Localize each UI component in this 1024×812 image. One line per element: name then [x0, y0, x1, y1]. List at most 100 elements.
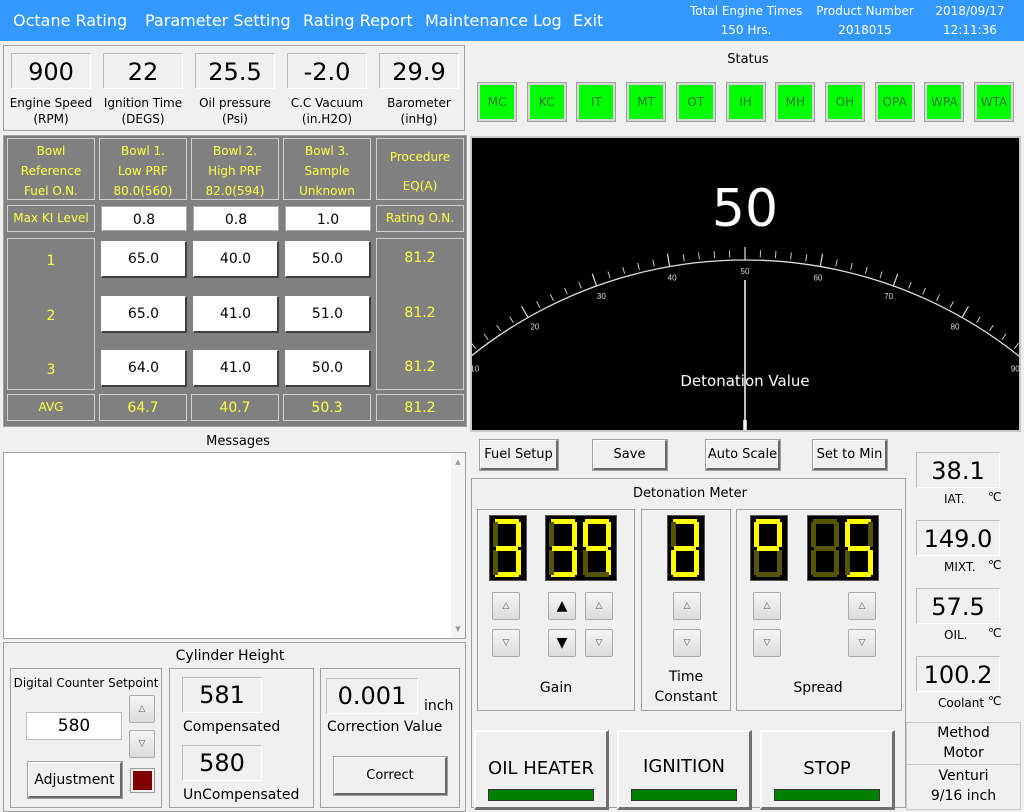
segment-d [673, 572, 697, 577]
menu-rating-report[interactable]: Rating Report [303, 11, 413, 30]
bowl-value-input[interactable]: 64.0 [101, 350, 187, 387]
header-line: High PRF [192, 161, 278, 181]
save-button[interactable]: Save [593, 440, 667, 470]
bowl-value-input[interactable]: 65.0 [101, 296, 187, 333]
gain-tens-down-button[interactable]: ▼ [548, 629, 576, 657]
segment-f [549, 522, 554, 547]
spread-coarse-up-button[interactable]: △ [753, 592, 781, 620]
max-ki-input[interactable]: 1.0 [285, 206, 371, 231]
rating-value: 81.2 [376, 305, 464, 321]
avg-value: 64.7 [99, 394, 187, 421]
table-header-cell: Bowl 1.Low PRF80.0(560) [99, 138, 187, 200]
gauge-minor-tick [608, 271, 610, 278]
readout-label: Engine Speed [3, 96, 99, 110]
gain-tens-up-button[interactable]: ▲ [548, 592, 576, 620]
bowl-value-input[interactable]: 41.0 [193, 296, 279, 333]
celsius-unit: ℃ [988, 626, 1001, 640]
temp-label: OIL. [944, 628, 967, 642]
menu-maintenance-log[interactable]: Maintenance Log [425, 11, 562, 30]
run-number: 1 [7, 253, 95, 269]
segment-g [496, 546, 518, 551]
auto-scale-button[interactable]: Auto Scale [706, 440, 780, 470]
table-header-cell: BowlReferenceFuel O.N. [7, 138, 95, 200]
header-line: Bowl [8, 141, 94, 161]
segment-e [811, 550, 816, 575]
spread-coarse-down-button[interactable]: ▽ [753, 629, 781, 657]
segment-f [754, 522, 759, 547]
ignition-button[interactable]: IGNITION [617, 730, 752, 810]
menu-parameter-setting[interactable]: Parameter Setting [145, 11, 291, 30]
spread-coarse-display-digit [752, 517, 784, 579]
correct-button[interactable]: Correct [334, 757, 447, 795]
method-label: Method [906, 725, 1021, 741]
gain-coarse-down-button[interactable]: ▽ [492, 629, 520, 657]
header-line: 80.0(560) [100, 181, 186, 201]
setpoint-down-button[interactable]: ▽ [129, 730, 155, 758]
bowl-value-input[interactable]: 65.0 [101, 241, 187, 278]
product-number-label: Product Number [812, 4, 918, 18]
ignition-label: IGNITION [643, 756, 725, 777]
gauge-minor-tick [484, 334, 488, 340]
gauge-tick-label: 70 [884, 292, 893, 301]
segment-e [583, 550, 588, 575]
segment-b [777, 522, 782, 547]
detonation-meter-title: Detonation Meter [600, 486, 780, 501]
bowl-value-input[interactable]: 50.0 [285, 241, 371, 278]
status-led-opa: OPA [876, 83, 914, 121]
header-line: Low PRF [100, 161, 186, 181]
gauge-minor-tick [653, 260, 654, 267]
segment-e [549, 550, 554, 575]
venturi-label: Venturi [906, 768, 1021, 784]
readout-label: Oil pressure [187, 96, 283, 110]
gain-ones-up-button[interactable]: △ [585, 592, 613, 620]
setpoint-up-button[interactable]: △ [129, 695, 155, 723]
gauge-minor-tick [851, 263, 853, 270]
header-line: Bowl 3. [284, 141, 370, 161]
readout-unit: (DEGS) [95, 112, 191, 126]
scroll-down-icon[interactable]: ▼ [451, 625, 465, 633]
segment-b [868, 522, 873, 547]
oil-heater-button[interactable]: OIL HEATER [474, 730, 609, 810]
max-ki-input[interactable]: 0.8 [101, 206, 187, 231]
gauge-minor-tick [836, 260, 837, 267]
gauge-minor-tick [950, 301, 953, 307]
readout-value: 22 [103, 53, 183, 89]
time-constant-up-button[interactable]: △ [673, 592, 701, 620]
menu-octane-rating[interactable]: Octane Rating [13, 11, 127, 30]
readout-unit: (Psi) [187, 112, 283, 126]
bowl-value-input[interactable]: 51.0 [285, 296, 371, 333]
header-line: Reference [8, 161, 94, 181]
digital-counter-setpoint-input[interactable]: 580 [26, 712, 122, 740]
set-to-min-button[interactable]: Set to Min [813, 440, 887, 470]
header-line: Unknown [284, 181, 370, 201]
header-line: Fuel O.N. [8, 181, 94, 201]
readout-value: 29.9 [379, 53, 459, 89]
bowl-value-input[interactable]: 40.0 [193, 241, 279, 278]
stop-button[interactable]: STOP [760, 730, 895, 810]
gain-coarse-up-button[interactable]: △ [492, 592, 520, 620]
max-ki-input[interactable]: 0.8 [193, 206, 279, 231]
segment-e [493, 550, 498, 575]
rating-value: 81.2 [376, 359, 464, 375]
spread-fine-up-button[interactable]: △ [848, 592, 876, 620]
fuel-setup-button[interactable]: Fuel Setup [480, 440, 558, 470]
rating-on-label: Rating O.N. [376, 205, 464, 232]
temp-label: MIXT. [944, 560, 976, 574]
time-constant-down-button[interactable]: ▽ [673, 629, 701, 657]
method-value: Motor [906, 745, 1021, 761]
gauge-major-tick [522, 306, 528, 317]
gain-ones-down-button[interactable]: ▽ [585, 629, 613, 657]
segment-g [552, 546, 574, 551]
messages-box[interactable]: ▲ ▼ [3, 452, 466, 639]
scroll-up-icon[interactable]: ▲ [451, 458, 465, 466]
gauge-minor-tick [865, 267, 867, 274]
menu-exit[interactable]: Exit [573, 11, 603, 30]
bowl-value-input[interactable]: 50.0 [285, 350, 371, 387]
spread-fine-down-button[interactable]: ▽ [848, 629, 876, 657]
header-line: Procedure [377, 143, 463, 172]
adjustment-button[interactable]: Adjustment [28, 762, 122, 798]
readout-label: Ignition Time [95, 96, 191, 110]
bowl-value-input[interactable]: 41.0 [193, 350, 279, 387]
temp-label: IAT. [944, 492, 965, 506]
messages-scrollbar[interactable]: ▲ ▼ [451, 453, 465, 638]
